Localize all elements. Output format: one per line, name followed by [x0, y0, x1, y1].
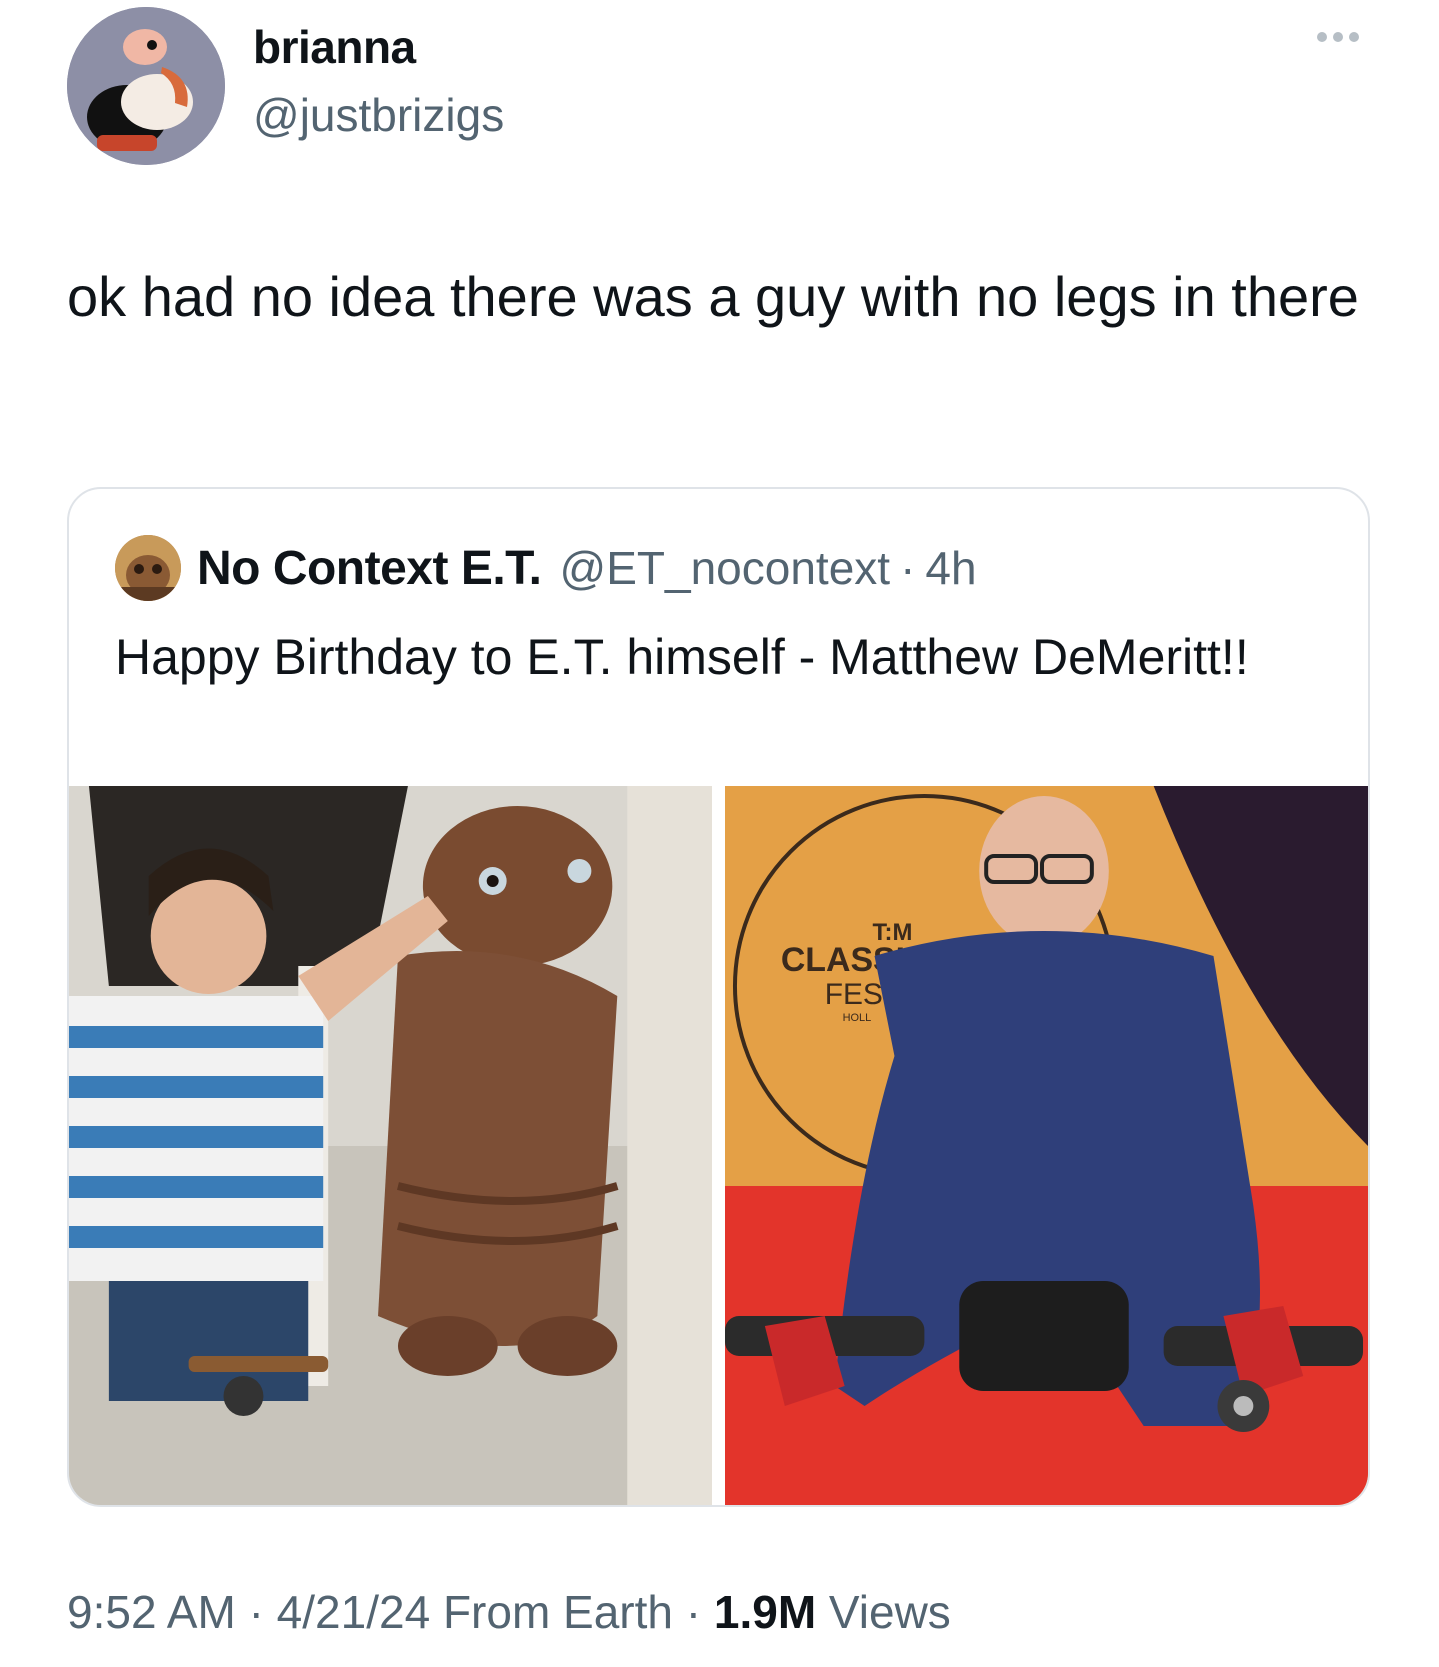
- views-count[interactable]: 1.9M: [714, 1586, 816, 1638]
- author-display-name[interactable]: brianna: [253, 20, 416, 74]
- backdrop-text-3: FES: [825, 978, 883, 1011]
- quoted-time-ago[interactable]: 4h: [925, 541, 976, 595]
- et-avatar-icon: [115, 535, 181, 601]
- tweet-text: ok had no idea there was a guy with no l…: [67, 265, 1359, 328]
- cartoon-vulture-avatar-icon: [67, 7, 225, 165]
- photo-man-on-red-carpet[interactable]: T:M CLASSIC FES HOLL: [725, 786, 1368, 1505]
- quoted-tweet-card[interactable]: No Context E.T. @ET_nocontext · 4h Happy…: [67, 487, 1370, 1507]
- photo-boy-with-et[interactable]: [69, 786, 712, 1505]
- quoted-tweet-text: Happy Birthday to E.T. himself - Matthew…: [115, 629, 1249, 685]
- views-label: Views: [828, 1586, 951, 1638]
- more-options-icon[interactable]: [1317, 32, 1359, 42]
- tweet-meta: 9:52 AM · 4/21/24 From Earth · 1.9M View…: [67, 1585, 951, 1639]
- backdrop-text-4: HOLL: [843, 1012, 872, 1024]
- quoted-author-handle[interactable]: @ET_nocontext: [560, 541, 891, 595]
- dot: [1317, 32, 1327, 42]
- tweet-timestamp[interactable]: 9:52 AM: [67, 1586, 236, 1638]
- photo-man-on-red-carpet-icon: T:M CLASSIC FES HOLL: [725, 786, 1368, 1505]
- photo-boy-with-et-icon: [69, 786, 712, 1505]
- author-handle[interactable]: @justbrizigs: [253, 88, 504, 142]
- separator-dot: ·: [685, 1586, 702, 1638]
- author-avatar[interactable]: [67, 7, 225, 165]
- tweet-source: From Earth: [442, 1586, 673, 1638]
- tweet-date[interactable]: 4/21/24: [277, 1586, 430, 1638]
- quoted-tweet-header: No Context E.T. @ET_nocontext · 4h: [115, 533, 977, 603]
- separator-dot: ·: [900, 542, 916, 594]
- dot: [1349, 32, 1359, 42]
- dot: [1333, 32, 1343, 42]
- quoted-author-avatar[interactable]: [115, 535, 181, 601]
- separator-dot: ·: [248, 1586, 264, 1638]
- quoted-author-display-name[interactable]: No Context E.T.: [197, 541, 542, 596]
- quoted-media-grid: T:M CLASSIC FES HOLL: [69, 786, 1368, 1505]
